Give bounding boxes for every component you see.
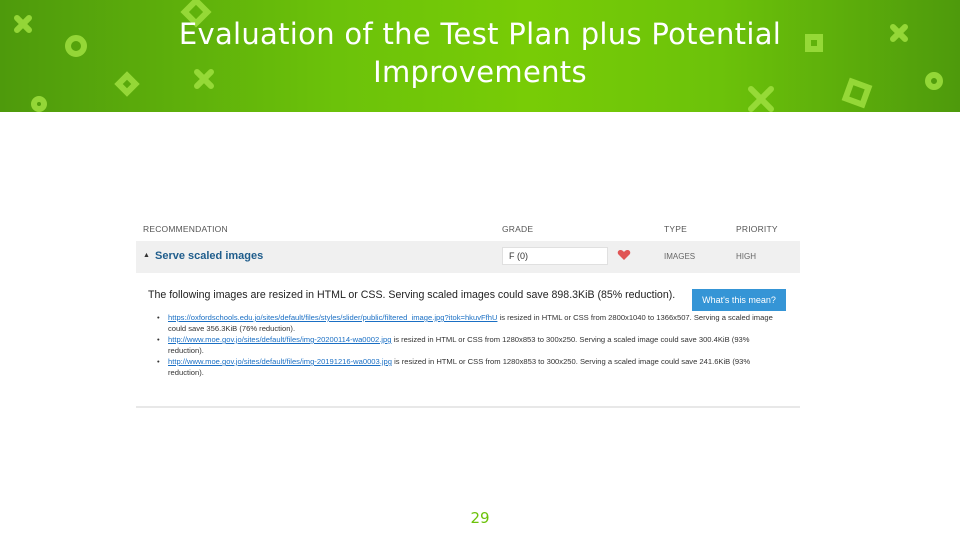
circle-shape <box>31 96 47 112</box>
header-grade: GRADE <box>502 224 534 234</box>
header-recommendation: RECOMMENDATION <box>143 224 228 234</box>
list-item: • https://oxfordschools.edu.jo/sites/def… <box>156 313 776 334</box>
resized-images-list: • https://oxfordschools.edu.jo/sites/def… <box>156 313 776 379</box>
header-priority: PRIORITY <box>736 224 778 234</box>
list-item: • http://www.moe.gov.jo/sites/default/fi… <box>156 357 776 378</box>
bullet-icon: • <box>157 313 160 322</box>
title-line-2: Improvements <box>373 55 587 89</box>
image-link[interactable]: http://www.moe.gov.jo/sites/default/file… <box>168 335 391 344</box>
recommendation-row[interactable]: ▲ Serve scaled images F (0) IMAGES HIGH <box>136 241 800 273</box>
recommendation-type: IMAGES <box>664 252 696 261</box>
heart-icon <box>617 250 631 260</box>
whats-this-mean-button[interactable]: What's this mean? <box>692 289 786 311</box>
divider <box>136 406 800 408</box>
pagespeed-screenshot: RECOMMENDATION GRADE TYPE PRIORITY ▲ Ser… <box>136 216 800 410</box>
recommendation-detail: The following images are resized in HTML… <box>136 273 800 405</box>
recommendation-name[interactable]: Serve scaled images <box>155 250 263 262</box>
image-link[interactable]: https://oxfordschools.edu.jo/sites/defau… <box>168 313 497 322</box>
slide-title: Evaluation of the Test Plan plus Potenti… <box>0 15 960 91</box>
list-item: • http://www.moe.gov.jo/sites/default/fi… <box>156 335 776 356</box>
bullet-icon: • <box>157 357 160 366</box>
grade-value: F (0) <box>502 247 608 265</box>
title-line-1: Evaluation of the Test Plan plus Potenti… <box>178 17 782 51</box>
detail-summary: The following images are resized in HTML… <box>148 289 676 301</box>
table-header: RECOMMENDATION GRADE TYPE PRIORITY <box>136 216 800 240</box>
triangle-up-icon[interactable]: ▲ <box>143 252 150 259</box>
cross-shape <box>748 86 774 112</box>
header-type: TYPE <box>664 224 688 234</box>
image-link[interactable]: http://www.moe.gov.jo/sites/default/file… <box>168 357 392 366</box>
title-banner: Evaluation of the Test Plan plus Potenti… <box>0 0 960 112</box>
recommendation-priority: HIGH <box>736 252 756 261</box>
bullet-icon: • <box>157 335 160 344</box>
page-number: 29 <box>470 509 490 527</box>
